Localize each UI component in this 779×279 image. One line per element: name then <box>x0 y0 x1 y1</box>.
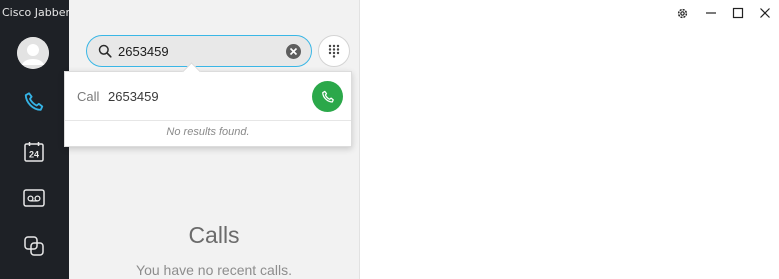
phone-icon <box>321 90 334 103</box>
call-number: 2653459 <box>108 89 159 104</box>
call-label: Call <box>77 89 100 104</box>
sidebar-item-meetings-calendar[interactable]: 24 <box>22 139 46 163</box>
sidebar-item-voicemail[interactable] <box>22 186 46 210</box>
voicemail-icon <box>23 189 45 207</box>
settings-button[interactable] <box>675 6 689 20</box>
clear-icon <box>289 47 298 56</box>
dialpad-button[interactable] <box>318 35 350 67</box>
sidebar-item-meetings[interactable] <box>22 234 46 258</box>
sidebar-item-calls[interactable] <box>22 90 46 114</box>
call-number-row[interactable]: Call 2653459 <box>65 72 351 120</box>
app-title: Cisco Jabber <box>2 6 70 19</box>
search-box[interactable] <box>86 35 312 67</box>
dropdown-divider <box>65 120 351 121</box>
no-results-text: No results found. <box>166 126 250 138</box>
calendar-icon: 24 <box>24 141 44 162</box>
maximize-icon <box>732 7 744 19</box>
sidebar: Cisco Jabber 24 <box>0 0 70 279</box>
calls-heading: Calls <box>188 222 240 248</box>
settings-icon <box>677 8 687 18</box>
dialpad-icon <box>328 44 340 58</box>
clear-search-button[interactable] <box>286 44 301 59</box>
calls-empty-text: You have no recent calls. <box>136 262 292 278</box>
avatar[interactable] <box>17 37 49 69</box>
search-icon <box>98 44 112 63</box>
search-results-dropdown: Call 2653459 No results found. <box>64 62 352 147</box>
avatar-icon <box>17 37 49 69</box>
minimize-icon <box>706 12 716 14</box>
phone-icon <box>24 92 44 111</box>
call-button[interactable] <box>312 81 343 112</box>
close-button[interactable] <box>758 6 772 20</box>
search-input[interactable] <box>118 42 278 60</box>
close-icon <box>760 8 770 18</box>
minimize-button[interactable] <box>704 6 718 20</box>
calendar-day: 24 <box>29 149 39 159</box>
maximize-button[interactable] <box>731 6 745 20</box>
meetings-icon <box>24 236 44 256</box>
